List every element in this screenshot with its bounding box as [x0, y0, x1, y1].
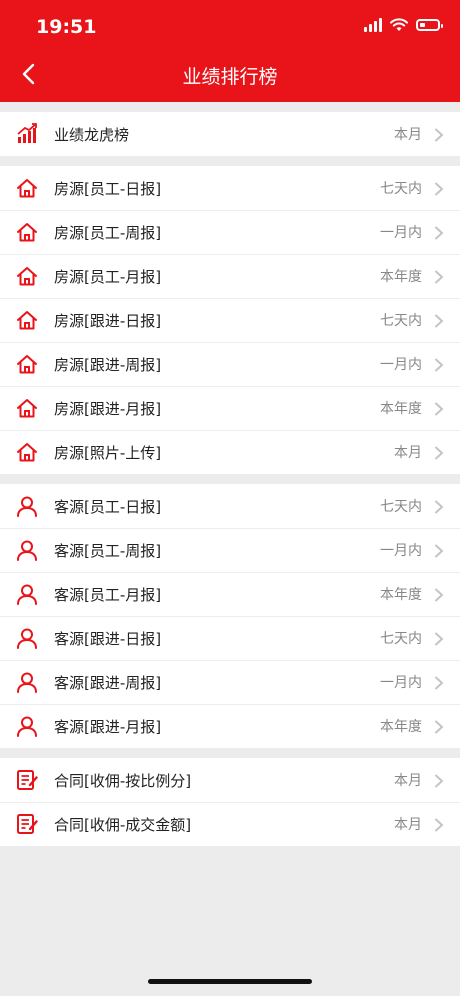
- house-icon: [14, 351, 40, 377]
- list-item[interactable]: 房源[跟进-周报] 一月内: [0, 342, 460, 386]
- list-item-period: 本月: [394, 817, 422, 833]
- list-item[interactable]: 客源[跟进-日报] 七天内: [0, 616, 460, 660]
- chevron-right-icon: [434, 313, 444, 328]
- house-icon: [14, 439, 40, 465]
- list-item-label: 房源[跟进-日报]: [54, 311, 162, 330]
- list-section: 客源[员工-日报] 七天内 客源[员工-周报] 一月内 客源[员工-月报] 本年度 客…: [0, 484, 460, 748]
- chevron-right-icon: [434, 445, 444, 460]
- list-item-period: 本月: [394, 127, 422, 143]
- list-item[interactable]: 房源[照片-上传] 本月: [0, 430, 460, 474]
- list-item[interactable]: 房源[员工-月报] 本年度: [0, 254, 460, 298]
- list-item-period: 七天内: [380, 181, 422, 197]
- list-item-label: 业绩龙虎榜: [54, 125, 130, 144]
- list-item-label: 客源[跟进-月报]: [54, 717, 162, 736]
- list-item-label: 客源[员工-周报]: [54, 541, 162, 560]
- battery-icon: [416, 19, 443, 31]
- house-icon: [14, 175, 40, 201]
- bar-chart-icon: [14, 121, 40, 147]
- list-item[interactable]: 合同[收佣-成交金额] 本月: [0, 802, 460, 846]
- list-item[interactable]: 客源[跟进-月报] 本年度: [0, 704, 460, 748]
- list-item-period: 七天内: [380, 631, 422, 647]
- list-item-period: 本年度: [380, 587, 422, 603]
- list-item-label: 客源[跟进-周报]: [54, 673, 162, 692]
- list-section: 合同[收佣-按比例分] 本月 合同[收佣-成交金额] 本月: [0, 758, 460, 846]
- person-icon: [14, 493, 40, 519]
- list-item-label: 合同[收佣-按比例分]: [54, 771, 192, 790]
- person-icon: [14, 625, 40, 651]
- house-icon: [14, 219, 40, 245]
- chevron-right-icon: [434, 269, 444, 284]
- list-item-label: 房源[员工-日报]: [54, 179, 162, 198]
- signal-icon: [364, 18, 382, 32]
- list-item-period: 七天内: [380, 313, 422, 329]
- list-item[interactable]: 客源[跟进-周报] 一月内: [0, 660, 460, 704]
- chevron-right-icon: [434, 499, 444, 514]
- person-icon: [14, 537, 40, 563]
- system-icons: [364, 18, 443, 32]
- list-item-period: 本年度: [380, 719, 422, 735]
- list-item[interactable]: 合同[收佣-按比例分] 本月: [0, 758, 460, 802]
- chevron-right-icon: [434, 181, 444, 196]
- chevron-right-icon: [434, 127, 444, 142]
- list-item-label: 客源[员工-日报]: [54, 497, 162, 516]
- chevron-right-icon: [434, 675, 444, 690]
- chevron-right-icon: [434, 631, 444, 646]
- person-icon: [14, 581, 40, 607]
- list-item-period: 一月内: [380, 675, 422, 691]
- chevron-right-icon: [434, 543, 444, 558]
- page-title: 业绩排行榜: [182, 66, 278, 88]
- list-item-label: 客源[跟进-日报]: [54, 629, 162, 648]
- chevron-right-icon: [434, 357, 444, 372]
- status-bar: 19:51: [0, 0, 460, 56]
- chevron-right-icon: [434, 773, 444, 788]
- list-item-label: 客源[员工-月报]: [54, 585, 162, 604]
- house-icon: [14, 395, 40, 421]
- list-item-period: 本月: [394, 773, 422, 789]
- list-item[interactable]: 业绩龙虎榜 本月: [0, 112, 460, 156]
- list-item-label: 合同[收佣-成交金额]: [54, 815, 192, 834]
- person-icon: [14, 669, 40, 695]
- list-item-period: 一月内: [380, 225, 422, 241]
- list-item[interactable]: 房源[员工-周报] 一月内: [0, 210, 460, 254]
- chevron-right-icon: [434, 587, 444, 602]
- list-item[interactable]: 房源[跟进-月报] 本年度: [0, 386, 460, 430]
- list-section: 业绩龙虎榜 本月: [0, 112, 460, 156]
- list-item[interactable]: 房源[员工-日报] 七天内: [0, 166, 460, 210]
- chevron-right-icon: [434, 719, 444, 734]
- ranking-list: 业绩龙虎榜 本月 房源[员工-日报] 七天内 房源[员工-周报] 一月内 房源[员工-…: [0, 112, 460, 846]
- list-item-period: 一月内: [380, 357, 422, 373]
- list-item-label: 房源[照片-上传]: [54, 443, 162, 462]
- list-item[interactable]: 客源[员工-日报] 七天内: [0, 484, 460, 528]
- list-section: 房源[员工-日报] 七天内 房源[员工-周报] 一月内 房源[员工-月报] 本年度 房…: [0, 166, 460, 474]
- nav-bar: 业绩排行榜: [0, 52, 460, 96]
- app-header: 19:51 业绩排行榜: [0, 0, 460, 102]
- house-icon: [14, 263, 40, 289]
- house-icon: [14, 307, 40, 333]
- list-item-period: 一月内: [380, 543, 422, 559]
- list-item-label: 房源[跟进-周报]: [54, 355, 162, 374]
- list-item-period: 本年度: [380, 269, 422, 285]
- list-item[interactable]: 客源[员工-周报] 一月内: [0, 528, 460, 572]
- chevron-right-icon: [434, 401, 444, 416]
- list-item-period: 本年度: [380, 401, 422, 417]
- contract-icon: [14, 811, 40, 837]
- chevron-right-icon: [434, 817, 444, 832]
- status-time: 19:51: [36, 16, 97, 38]
- person-icon: [14, 713, 40, 739]
- contract-icon: [14, 767, 40, 793]
- list-item-label: 房源[员工-周报]: [54, 223, 162, 242]
- list-item-period: 本月: [394, 445, 422, 461]
- list-item[interactable]: 房源[跟进-日报] 七天内: [0, 298, 460, 342]
- list-item-label: 房源[跟进-月报]: [54, 399, 162, 418]
- home-indicator: [148, 979, 312, 984]
- chevron-right-icon: [434, 225, 444, 240]
- list-item[interactable]: 客源[员工-月报] 本年度: [0, 572, 460, 616]
- list-item-period: 七天内: [380, 499, 422, 515]
- wifi-icon: [390, 18, 408, 31]
- list-item-label: 房源[员工-月报]: [54, 267, 162, 286]
